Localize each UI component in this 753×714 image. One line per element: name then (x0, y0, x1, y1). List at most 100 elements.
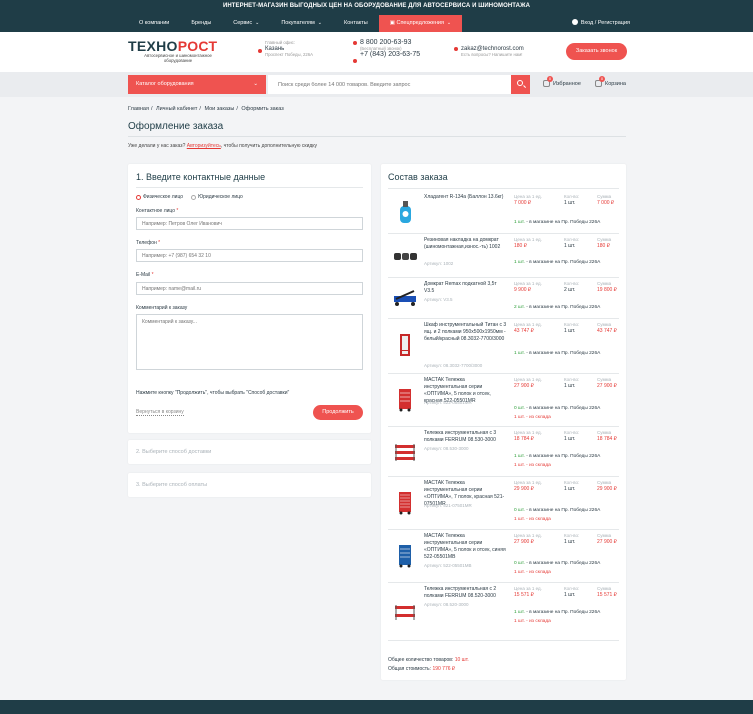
request-call-button[interactable]: Заказать звонок (566, 43, 627, 60)
back-to-cart-link[interactable]: Вернуться в корзину (136, 409, 184, 416)
price-value: 7 000 ₽ (514, 200, 532, 206)
nav-item-buyers[interactable]: Покупателям ⌄ (270, 15, 333, 32)
item-article: Артикул: 1002 (424, 261, 454, 266)
col-label: Сумма (597, 586, 612, 591)
refrigerant-cylinder-image (400, 201, 411, 223)
item-name[interactable]: Тележка инструментальная с 3 полками FER… (424, 430, 508, 444)
login-link[interactable]: Вход / Регистрация (571, 19, 630, 26)
item-name[interactable]: Тележка инструментальная с 2 полками FER… (424, 586, 508, 600)
continue-button[interactable]: Продолжить (313, 405, 363, 420)
main-nav: О компании Бренды Сервис ⌄ Покупателям ⌄ К… (128, 15, 463, 32)
order-item: МАСТАК Тележка инструментальная серии «О… (388, 530, 619, 583)
order-item: Тележка инструментальная с 2 полками FER… (388, 583, 619, 641)
cart-count-badge: 0 (599, 76, 605, 82)
item-name[interactable]: Хладагент R-134a (Баллон 13.6кг) (424, 194, 508, 201)
item-article: Артикул: V3.5 (424, 297, 453, 302)
item-name[interactable]: Шкаф инструментальный Титан с 3 ящ. и 2 … (424, 322, 508, 343)
tool-trolley-blue-image (399, 545, 411, 568)
stock-count: 1 шт. (514, 220, 525, 225)
nav-item-special-offers[interactable]: ▣ Спецпредложения ⌄ (378, 15, 463, 32)
col-label: Цена за 1 ед. (514, 586, 542, 591)
logo[interactable]: ТЕХНОРОСТ (128, 38, 217, 54)
nav-item-brands[interactable]: Бренды (180, 15, 222, 32)
cart-link[interactable]: 0 Корзина (595, 76, 626, 87)
item-name[interactable]: Резиновая накладка на домкрат (шиномонта… (424, 237, 508, 251)
col-label: Кол-во: (564, 586, 580, 591)
item-price: Цена за 1 ед. 43 747 ₽ (514, 322, 542, 334)
delivery-step-card[interactable]: 2. Выберите способ доставки (128, 440, 371, 464)
payment-step-card[interactable]: 3. Выберите способ оплаты (128, 473, 371, 497)
total-qty-label: Общее количество товаров: (388, 657, 455, 663)
item-name[interactable]: МАСТАК Тележка инструментальная серии «О… (424, 533, 508, 561)
breadcrumb-orders[interactable]: Мои заказы (204, 106, 234, 112)
item-price: Цена за 1 ед. 180 ₽ (514, 237, 542, 249)
item-qty: Кол-во: 1 шт. (564, 377, 579, 389)
order-item: Шкаф инструментальный Титан с 3 ящ. и 2 … (388, 319, 619, 374)
item-sum: Сумма 15 571 ₽ (597, 586, 617, 598)
email-input[interactable] (136, 282, 363, 295)
login-note: Уже делали у нас заказ? Авторизуйтесь, ч… (128, 143, 317, 149)
col-label: Сумма (597, 377, 612, 382)
floor-jack-image (394, 290, 416, 306)
breadcrumb-separator: / (199, 106, 201, 112)
qty-value: 1 шт. (564, 486, 576, 492)
nav-item-contacts[interactable]: Контакты (333, 15, 379, 32)
tool-trolley-red-image (399, 389, 411, 412)
breadcrumb-home[interactable]: Главная (128, 106, 149, 112)
item-stock: 1 шт. - в магазине на Пр. Победы 226А (514, 220, 600, 225)
item-qty: Кол-во: 2 шт. (564, 281, 579, 293)
breadcrumb-account[interactable]: Личный кабинет (156, 106, 197, 112)
col-label: Кол-во: (564, 533, 580, 538)
radio-label: Физическое лицо (143, 194, 184, 200)
breadcrumb: Главная / Личный кабинет / Мои заказы / Офо… (128, 106, 284, 112)
item-article: Артикул: 08.520-3000 (424, 602, 469, 607)
col-label: Цена за 1 ед. (514, 194, 542, 199)
contact-person-input[interactable] (136, 217, 363, 230)
item-stock-warehouse: 1 шт. - из склада (514, 619, 551, 624)
item-name[interactable]: Домкрат Remax подкатной 3,5т V3.5 (424, 281, 508, 295)
catalog-button[interactable]: Каталог оборудования ⌄ (128, 75, 266, 94)
breadcrumb-separator: / (150, 106, 153, 112)
login-link-inline[interactable]: Авторизуйтесь (187, 143, 221, 149)
radio-unchecked-icon (191, 194, 197, 200)
search-input[interactable] (268, 75, 511, 94)
logo-text-accent: РОСТ (177, 38, 218, 54)
tool-trolley-3-shelves-image (395, 444, 415, 461)
qty-value: 1 шт. (564, 383, 576, 389)
label-text: Контактное лицо (136, 208, 176, 214)
favorites-link[interactable]: 0 Избранное (543, 76, 581, 87)
top-bar: ИНТЕРНЕТ-МАГАЗИН ВЫГОДНЫХ ЦЕН НА ОБОРУДО… (0, 0, 753, 32)
phone-input[interactable] (136, 249, 363, 262)
qty-value: 2 шт. (564, 287, 576, 293)
radio-legal-entity[interactable]: Юридическое лицо (191, 194, 243, 200)
total-qty: Общее количество товаров: 10 шт. (388, 656, 469, 665)
stock-text: - в магазине на Пр. Победы 226А (524, 220, 601, 225)
nav-item-service[interactable]: Сервис ⌄ (222, 15, 270, 32)
site-header: ТЕХНОРОСТ Автосервисное и шиномонтажное … (0, 32, 753, 72)
search-icon (517, 80, 523, 86)
total-sum: Общая стоимость: 190 776 ₽ (388, 665, 469, 674)
chevron-down-icon: ⌄ (446, 20, 452, 26)
search-button[interactable] (511, 75, 530, 94)
sum-value: 7 000 ₽ (597, 200, 615, 206)
item-qty: Кол-во: 1 шт. (564, 533, 579, 545)
col-label: Цена за 1 ед. (514, 322, 542, 327)
stock-count: 1 шт. (514, 260, 525, 265)
item-stock-warehouse: 1 шт. - из склада (514, 463, 551, 468)
rubber-pad-image (394, 253, 417, 260)
comment-textarea[interactable] (136, 314, 363, 370)
col-label: Цена за 1 ед. (514, 377, 542, 382)
order-item: МАСТАК Тележка инструментальная серии «О… (388, 374, 619, 427)
nav-item-about[interactable]: О компании (128, 15, 180, 32)
stock-text: - в магазине на Пр. Победы 226А (524, 610, 601, 615)
item-sum: Сумма 27 900 ₽ (597, 533, 617, 545)
email-label: E-Mail * (136, 272, 154, 278)
qty-value: 1 шт. (564, 243, 576, 249)
stock-text: - в магазине на Пр. Победы 226А (524, 351, 601, 356)
qty-value: 1 шт. (564, 539, 576, 545)
col-label: Сумма (597, 480, 612, 485)
item-sum: Сумма 43 747 ₽ (597, 322, 617, 334)
nav-label: Сервис (233, 20, 253, 26)
radio-individual[interactable]: Физическое лицо (136, 194, 183, 200)
phone-number-2[interactable]: +7 (843) 203-63-75 (360, 51, 420, 58)
